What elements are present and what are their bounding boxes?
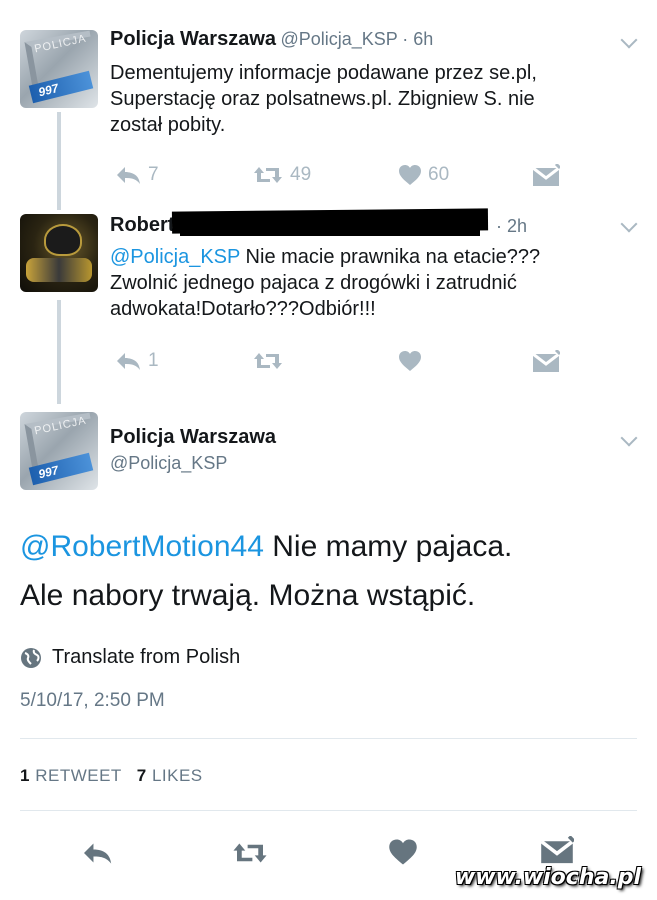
avatar-policja-1[interactable]: POLICJA 997 — [20, 30, 98, 108]
tweet1-text: Dementujemy informacje podawane przez se… — [110, 60, 640, 138]
tweet3-timestamp: 5/10/17, 2:50 PM — [20, 690, 165, 711]
globe-icon — [21, 647, 41, 668]
tweet1-like-button[interactable]: 60 — [398, 164, 449, 186]
retweets-count[interactable]: 1 — [20, 766, 30, 785]
tweet2-time: · 2h — [496, 216, 528, 236]
tweet2-text: @Policja_KSP Nie macie prawnika na etaci… — [110, 244, 640, 322]
tweet2-menu-chevron-icon[interactable] — [620, 215, 638, 233]
reply-icon — [117, 167, 140, 184]
avatar-bike — [26, 258, 92, 282]
tweet2-retweet-button[interactable] — [252, 350, 284, 372]
tweet2-author-name[interactable]: Robert — [110, 214, 174, 236]
tweet2-line: Nie macie prawnika na etacie??? — [240, 246, 541, 268]
tweet1-handle[interactable]: @Policja_KSP — [280, 29, 397, 49]
tweet3-menu-chevron-icon[interactable] — [620, 429, 638, 447]
envelope-icon — [532, 164, 560, 186]
thread-line-1 — [57, 112, 61, 210]
tweet1-dm-button[interactable] — [532, 164, 560, 188]
tweet2-header: Robert — [110, 214, 174, 237]
tweet2-dm-button[interactable] — [532, 350, 560, 374]
redaction-bar — [180, 228, 480, 236]
tweet1-retweet-count: 49 — [290, 164, 312, 185]
divider — [20, 738, 637, 739]
tweet1-header: Policja Warszawa @Policja_KSP · 6h — [110, 28, 433, 51]
heart-icon — [389, 839, 417, 865]
translate-label: Translate from Polish — [52, 646, 241, 668]
tweet1-line: został pobity. — [110, 114, 226, 136]
tweet2-line: Zwolnić jednego pajaca z drogówki i zatr… — [110, 272, 517, 294]
avatar-helmet — [44, 224, 82, 256]
tweet3-header: Policja Warszawa @Policja_KSP — [110, 426, 276, 474]
tweet3-mention[interactable]: @RobertMotion44 — [20, 530, 264, 563]
reply-icon — [84, 843, 112, 864]
tweet3-reply-button[interactable] — [80, 840, 114, 866]
tweet2-line: adwokata!Dotarło???Odbiór!!! — [110, 298, 376, 320]
likes-count[interactable]: 7 — [137, 766, 147, 785]
tweet3-retweet-button[interactable] — [230, 840, 270, 866]
tweet3-text: @RobertMotion44 Nie mamy pajaca. Ale nab… — [20, 526, 640, 617]
tweet1-author-name[interactable]: Policja Warszawa — [110, 28, 276, 50]
tweet1-line: Dementujemy informacje podawane przez se… — [110, 62, 537, 84]
tweet3-like-button[interactable] — [388, 838, 418, 866]
heart-icon — [399, 351, 421, 371]
tweet1-reply-count: 7 — [148, 164, 159, 185]
tweet3-author-name[interactable]: Policja Warszawa — [110, 426, 276, 449]
tweet1-reply-button[interactable]: 7 — [114, 164, 159, 186]
envelope-icon — [532, 350, 560, 372]
tweet2-mention[interactable]: @Policja_KSP — [110, 246, 240, 268]
tweet3-dm-button[interactable] — [540, 836, 574, 866]
reply-icon — [117, 353, 140, 370]
tweet3-handle[interactable]: @Policja_KSP — [110, 453, 276, 474]
likes-label[interactable]: LIKES — [152, 766, 203, 785]
tweet1-time: · 6h — [402, 29, 434, 49]
retweets-label[interactable]: RETWEET — [35, 766, 121, 785]
translate-link[interactable]: Translate from Polish — [20, 646, 240, 669]
tweet1-like-count: 60 — [428, 164, 450, 185]
heart-icon — [399, 165, 421, 185]
tweet2-like-button[interactable] — [398, 350, 422, 372]
avatar-robert[interactable] — [20, 214, 98, 292]
tweet2-reply-button[interactable]: 1 — [114, 350, 159, 372]
engagement-stats: 1 RETWEET 7 LIKES — [20, 766, 203, 786]
retweet-icon — [233, 843, 267, 863]
avatar-policja-2[interactable]: POLICJA 997 — [20, 412, 98, 490]
envelope-icon — [540, 836, 574, 864]
retweet-icon — [254, 167, 282, 183]
tweet1-retweet-button[interactable]: 49 — [252, 164, 311, 186]
thread-line-2 — [57, 300, 61, 404]
retweet-icon — [254, 353, 282, 369]
tweet2-reply-count: 1 — [148, 350, 159, 371]
tweet3-line: Ale nabory trwają. Można wstąpić. — [20, 579, 476, 612]
tweet1-line: Superstację oraz polsatnews.pl. Zbigniew… — [110, 88, 535, 110]
tweet1-menu-chevron-icon[interactable] — [620, 31, 638, 49]
tweet3-line: Nie mamy pajaca. — [263, 530, 513, 563]
site-watermark: www.wiocha.pl — [454, 865, 641, 890]
divider — [20, 810, 637, 811]
